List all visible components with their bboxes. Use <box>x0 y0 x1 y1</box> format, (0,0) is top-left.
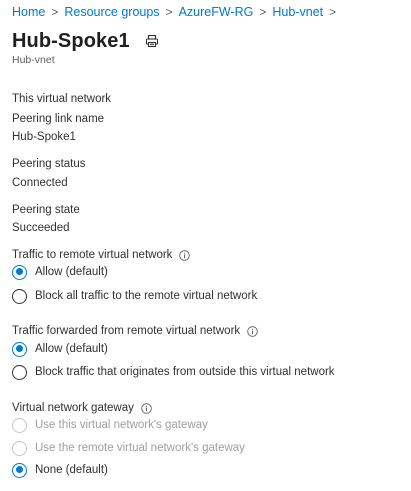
info-icon[interactable] <box>141 402 152 414</box>
traffic-forwarded-label-text: Traffic forwarded from remote virtual ne… <box>12 325 241 337</box>
peering-status-value: Connected <box>12 177 68 189</box>
traffic-to-remote-label-text: Traffic to remote virtual network <box>12 249 173 261</box>
radio-circle[interactable] <box>12 341 27 357</box>
radio-circle[interactable] <box>12 288 27 304</box>
traffic-forwarded-block-radio[interactable]: Block traffic that originates from outsi… <box>12 364 335 380</box>
gateway-label-text: Virtual network gateway <box>12 402 134 414</box>
radio-circle[interactable] <box>12 264 27 280</box>
peering-state-label: Peering state <box>12 204 80 216</box>
breadcrumb-separator: > <box>259 5 267 19</box>
traffic-forwarded-label: Traffic forwarded from remote virtual ne… <box>12 325 258 337</box>
page-title: Hub-Spoke1 <box>12 29 130 52</box>
page-header: Hub-Spoke1 <box>12 29 160 53</box>
info-icon[interactable] <box>247 325 258 337</box>
radio-label: Allow (default) <box>35 266 108 278</box>
breadcrumb-resource-groups[interactable]: Resource groups <box>64 5 159 19</box>
breadcrumb-separator: > <box>329 5 337 19</box>
radio-label: Block all traffic to the remote virtual … <box>35 290 258 302</box>
radio-label: Block traffic that originates from outsi… <box>35 366 335 378</box>
breadcrumb-home[interactable]: Home <box>12 5 45 19</box>
peering-state-value: Succeeded <box>12 222 70 234</box>
breadcrumb: Home > Resource groups > AzureFW-RG > Hu… <box>12 4 336 20</box>
print-icon[interactable] <box>144 33 160 49</box>
breadcrumb-separator: > <box>165 5 173 19</box>
info-icon[interactable] <box>179 249 191 261</box>
breadcrumb-hub-vnet[interactable]: Hub-vnet <box>272 5 323 19</box>
breadcrumb-separator: > <box>51 5 59 19</box>
radio-circle[interactable] <box>12 462 27 478</box>
page-subtitle: Hub-vnet <box>12 54 55 66</box>
gateway-use-this-radio: Use this virtual network's gateway <box>12 417 208 433</box>
traffic-to-remote-allow-radio[interactable]: Allow (default) <box>12 264 108 280</box>
radio-label: Use this virtual network's gateway <box>35 419 208 431</box>
peering-link-name-label: Peering link name <box>12 113 105 125</box>
gateway-none-radio[interactable]: None (default) <box>12 462 108 478</box>
gateway-label: Virtual network gateway <box>12 402 152 414</box>
gateway-use-remote-radio: Use the remote virtual network's gateway <box>12 440 245 456</box>
this-vnet-heading: This virtual network <box>12 93 112 105</box>
radio-label: Use the remote virtual network's gateway <box>35 442 245 454</box>
radio-label: None (default) <box>35 464 108 476</box>
radio-circle[interactable] <box>12 364 27 380</box>
traffic-forwarded-allow-radio[interactable]: Allow (default) <box>12 341 108 357</box>
radio-circle <box>12 417 27 433</box>
peering-link-name-value: Hub-Spoke1 <box>12 131 76 143</box>
breadcrumb-azurefw-rg[interactable]: AzureFW-RG <box>179 5 254 19</box>
traffic-to-remote-label: Traffic to remote virtual network <box>12 249 191 261</box>
traffic-to-remote-block-radio[interactable]: Block all traffic to the remote virtual … <box>12 288 257 304</box>
peering-status-label: Peering status <box>12 158 86 170</box>
radio-circle <box>12 440 27 456</box>
radio-label: Allow (default) <box>35 343 108 355</box>
